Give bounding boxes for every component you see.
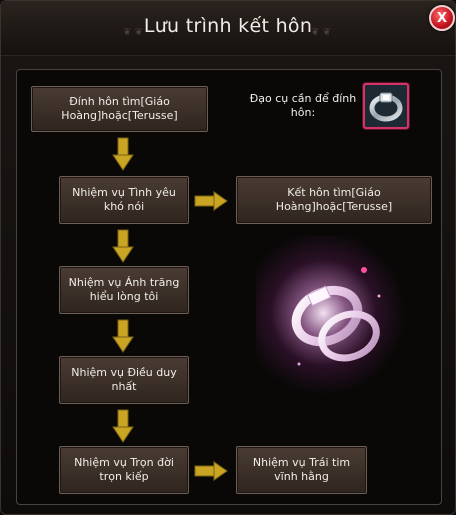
step-quest-5: Nhiệm vụ Trái tim vĩnh hằng bbox=[236, 446, 367, 494]
close-button[interactable]: X bbox=[429, 5, 455, 31]
step-quest-1: Nhiệm vụ Tình yêu khó nói bbox=[59, 176, 189, 224]
required-item-slot[interactable] bbox=[363, 83, 409, 129]
window-title: Lưu trình kết hôn bbox=[143, 15, 313, 37]
arrow-right-icon bbox=[194, 191, 228, 211]
arrow-down-icon bbox=[112, 137, 134, 171]
title-bar: ❦ ❦ Lưu trình kết hôn ❦ ❦ X bbox=[1, 1, 455, 56]
marriage-process-window: ❦ ❦ Lưu trình kết hôn ❦ ❦ X Đính hôn tìm… bbox=[0, 0, 456, 515]
wedding-ring-icon bbox=[369, 92, 403, 122]
arrow-down-icon bbox=[112, 229, 134, 263]
step-marriage: Kết hôn tìm[Giáo Hoàng]hoặc[Terusse] bbox=[236, 176, 432, 224]
title-ornament-right: ❦ ❦ bbox=[311, 27, 331, 38]
arrow-down-icon bbox=[112, 409, 134, 443]
required-item-label: Đạo cụ cần để đính hôn: bbox=[249, 92, 357, 119]
wedding-rings-icon bbox=[291, 267, 381, 366]
step-quest-2: Nhiệm vụ Ánh trăng hiểu lòng tôi bbox=[59, 266, 189, 314]
step-quest-3: Nhiệm vụ Điều duy nhất bbox=[59, 356, 189, 404]
arrow-down-icon bbox=[112, 319, 134, 353]
arrow-right-icon bbox=[194, 461, 228, 481]
step-quest-4: Nhiệm vụ Trọn đời trọn kiếp bbox=[59, 446, 189, 494]
step-engagement: Đính hôn tìm[Giáo Hoàng]hoặc[Terusse] bbox=[31, 86, 208, 132]
